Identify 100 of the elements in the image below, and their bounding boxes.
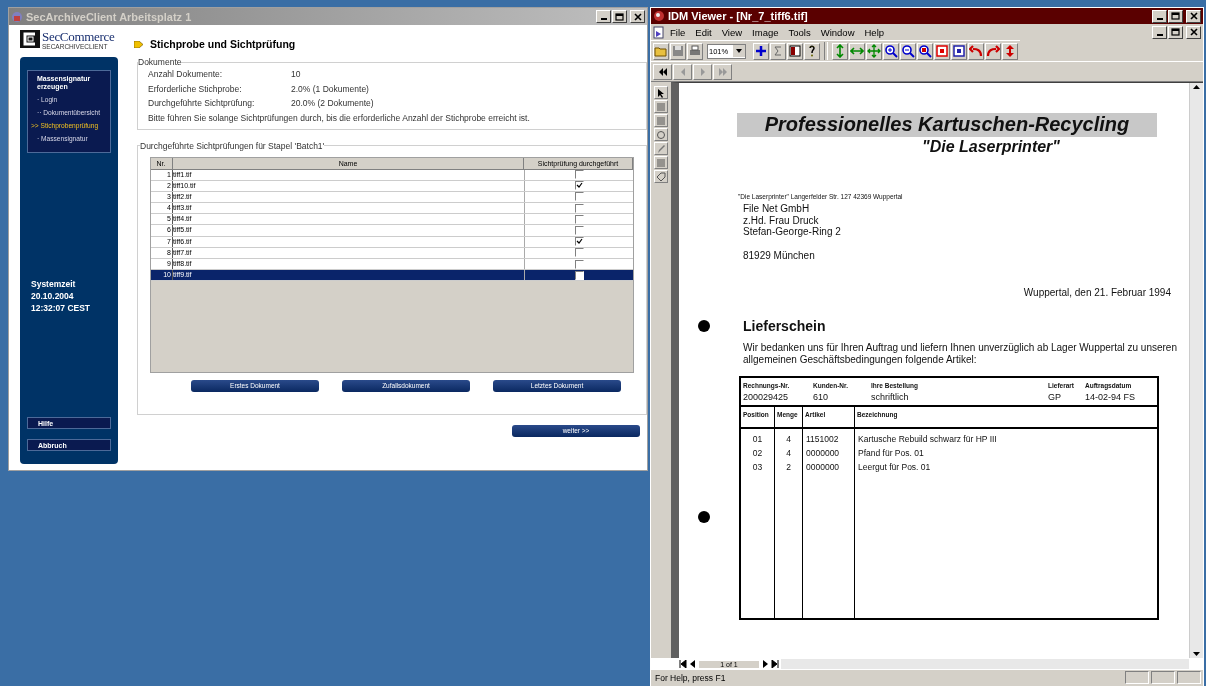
toolbar-button[interactable] (786, 42, 803, 60)
restore-icon (1171, 28, 1180, 36)
menu-item[interactable]: Edit (690, 26, 717, 38)
table-cell-text: Pfand für Pos. 01 (858, 446, 925, 460)
vertical-arrows-icon (833, 44, 847, 58)
date-line: Wuppertal, den 21. Februar 1994 (1023, 286, 1171, 298)
maximize-button[interactable] (612, 10, 627, 23)
field-label: Durchgeführte Sichtprüfung: (148, 98, 256, 109)
close-button[interactable] (630, 10, 645, 23)
table-cell-text: 2 (786, 460, 791, 474)
tool-button[interactable] (654, 170, 668, 183)
menu-item[interactable]: Image (747, 26, 784, 38)
checkbox[interactable] (574, 248, 584, 258)
double-triangle-icon (717, 67, 728, 76)
letterhead-subtitle: "Die Laserprinter" (922, 138, 1060, 156)
toolbar-button[interactable] (951, 42, 967, 60)
group-title: Dokumente (138, 57, 182, 67)
close-icon (1189, 12, 1198, 20)
curved-arrow-right-icon (986, 44, 1000, 58)
close-button[interactable] (1186, 25, 1201, 39)
tool-button[interactable] (654, 86, 668, 99)
toolbar-button[interactable] (917, 42, 933, 60)
vertical-scrollbar[interactable] (1189, 83, 1203, 658)
scroll-up-icon (1192, 83, 1201, 92)
address-line: z.Hd. Frau Druck (743, 214, 820, 226)
field-value: 2.0% (1 Dokumente) (291, 83, 369, 94)
table-cell-text: 01 (752, 432, 763, 446)
minimize-icon (1156, 33, 1163, 36)
restore-button[interactable] (1168, 25, 1183, 39)
page-title: Stichprobe und Sichtprüfung (150, 38, 296, 50)
close-button[interactable] (1186, 9, 1201, 23)
toolbar-button[interactable] (803, 42, 820, 60)
maximize-button[interactable] (1168, 9, 1183, 23)
field-label: Anzahl Dokumente: (148, 69, 224, 80)
field-value: schriftlich (871, 391, 910, 402)
close-icon (633, 12, 642, 21)
printer-icon (688, 44, 702, 58)
app-icon (11, 10, 23, 23)
arrow-bullet-icon (134, 40, 143, 48)
page-nav-button[interactable] (653, 63, 672, 80)
table-cell-text: 03 (752, 460, 763, 474)
close-icon (1189, 28, 1198, 36)
table-cell-text: 0000000 (806, 446, 841, 460)
toolbar-button[interactable] (752, 42, 769, 60)
square-icon (952, 44, 966, 58)
minimize-button[interactable] (596, 10, 611, 23)
field-label: Erforderliche Stichprobe: (148, 83, 243, 94)
horizontal-scrollbar[interactable] (781, 659, 1189, 669)
field-value: 20.0% (2 Dokumente) (291, 98, 374, 109)
checkbox[interactable] (574, 226, 584, 236)
minimize-button[interactable] (1152, 25, 1167, 39)
document-heading: Lieferschein (743, 317, 827, 334)
punch-hole (698, 511, 710, 523)
group-title: Durchgeführte Sichtprüfungen für Stapel 'Batch1' (140, 140, 325, 151)
app-icon (653, 10, 665, 22)
toolbar-button[interactable] (883, 42, 899, 60)
checkbox[interactable] (574, 203, 584, 213)
zoom-fit-icon (918, 44, 932, 58)
status-text: For Help, press F1 (655, 672, 726, 683)
zoom-out-icon (901, 44, 915, 58)
last-page-icon (771, 660, 779, 668)
plus-icon (753, 44, 768, 58)
checkbox[interactable] (574, 214, 584, 224)
table-cell-text: 1151002 (806, 432, 840, 446)
system-time-text: 20.10.2004 (31, 290, 75, 302)
menu-item[interactable]: View (716, 26, 748, 38)
checkbox[interactable] (574, 181, 584, 191)
window-title: SecArchiveClient Arbeitsplatz 1 (26, 10, 193, 23)
instruction-text: Bitte führen Sie solange Sichtprüfungen durch, bis die erforderliche Anzahl der Stichprobe erreicht ist. (148, 111, 531, 125)
panel-icon (787, 44, 802, 58)
checkbox[interactable] (574, 237, 584, 247)
table-cell-text: Kartusche Rebuild schwarz für HP III (858, 432, 998, 446)
menu-item[interactable]: Tools (783, 26, 816, 38)
double-triangle-icon (657, 67, 668, 76)
menu-item[interactable]: File (665, 26, 691, 38)
system-time-text: 12:32:07 CEST (31, 302, 92, 314)
checkbox[interactable] (574, 170, 584, 180)
first-page-icon (679, 660, 687, 668)
system-time-text: Systemzeit (31, 278, 77, 290)
letter-text: Wir bedanken uns für Ihren Auftrag und liefern Ihnen unverzüglich ab Lager Wuppertal zu unseren allgemeinen Geschäftsbedingungen folgende Artikel: (743, 341, 1178, 366)
next-page-icon (761, 660, 769, 668)
toolbar-button[interactable] (900, 42, 916, 60)
table-cell-text: 4 (786, 432, 791, 446)
menu-item[interactable]: Window (815, 26, 860, 38)
field-value: GP (1048, 391, 1062, 402)
checkbox[interactable] (574, 270, 584, 280)
minimize-button[interactable] (1152, 9, 1167, 23)
circle-icon (656, 129, 666, 140)
checkbox[interactable] (574, 192, 584, 202)
minimize-icon (600, 18, 607, 20)
folder-icon (654, 44, 668, 58)
checkbox[interactable] (574, 259, 584, 269)
square-icon (935, 44, 949, 58)
address-line: Stefan-George-Ring 2 (743, 226, 842, 238)
logo-name: SecCommerce (42, 30, 115, 43)
table-cell-text: 4 (786, 446, 791, 460)
menu-item[interactable]: Help (859, 26, 890, 38)
letterhead-title: Professionelles Kartuschen-Recycling (764, 113, 1130, 135)
zoom-in-icon (884, 44, 898, 58)
table-cell-text: 0000000 (806, 460, 841, 474)
